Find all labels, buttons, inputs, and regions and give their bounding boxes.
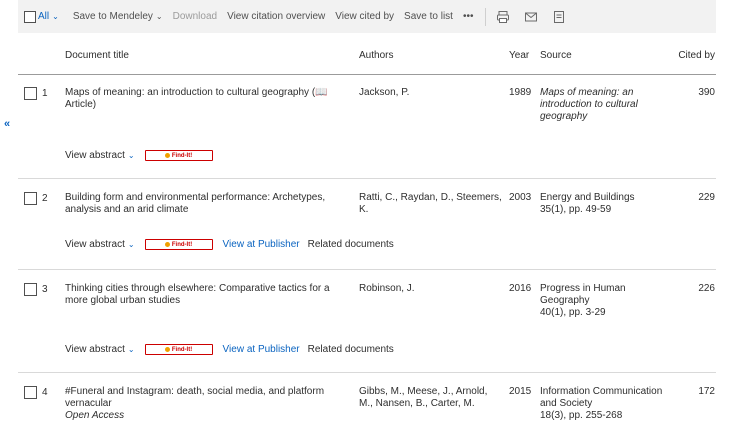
source-link[interactable]: Energy and Buildings [540,192,635,203]
row-divider [18,178,716,179]
save-to-list-button[interactable]: Save to list [404,11,453,22]
authors-link[interactable]: Ratti, C., Raydan, D., Steemers, K. [359,192,504,216]
year: 1989 [509,87,532,98]
select-all-dropdown[interactable]: All ⌄ [24,10,59,23]
row-number: 1 [42,88,48,99]
row-checkbox[interactable] [24,386,37,399]
row-checkbox[interactable] [24,87,37,100]
document-title-link[interactable]: Thinking cities through elsewhere: Compa… [65,283,345,307]
cited-by-count[interactable]: 172 [698,386,715,397]
row-divider [18,372,716,373]
source-info: Progress in Human Geography 40(1), pp. 3-… [540,283,675,319]
authors-link[interactable]: Gibbs, M., Meese, J., Arnold, M., Nansen… [359,386,504,410]
email-icon[interactable] [524,10,538,24]
row-divider [18,269,716,270]
cited-by-count[interactable]: 390 [698,87,715,98]
related-documents-link[interactable]: Related documents [308,344,394,355]
toolbar-divider [485,7,487,26]
chevron-down-icon: ⌄ [127,151,135,160]
find-it-button[interactable]: Find-It! [144,344,213,355]
save-to-mendeley-button[interactable]: Save to Mendeley ⌄ [73,11,163,22]
download-button[interactable]: Download [173,11,217,22]
source-link[interactable]: Progress in Human Geography [540,283,626,306]
select-all-checkbox[interactable] [24,10,36,23]
open-access-label: Open Access [65,410,125,421]
row-number: 4 [42,387,48,398]
view-abstract-toggle[interactable]: View abstract ⌄ [65,150,135,161]
source-info: Information Communication and Society 18(… [540,386,675,422]
view-abstract-toggle[interactable]: View abstract ⌄ [65,344,135,355]
document-title-link[interactable]: Maps of meaning: an introduction to cult… [65,87,345,111]
view-at-publisher-link[interactable]: View at Publisher [223,344,300,355]
results-toolbar: All ⌄ Save to Mendeley ⌄ Download View ci… [18,0,716,33]
row-actions: View abstract ⌄ Find-It! View at Publishe… [65,344,394,355]
chevron-down-icon: ⌄ [155,12,163,21]
collapse-sidebar-icon[interactable]: « [4,118,10,130]
select-all-label: All [38,11,50,22]
source-info: Energy and Buildings 35(1), pp. 49-59 [540,192,675,216]
column-header-source[interactable]: Source [540,50,572,61]
view-abstract-toggle[interactable]: View abstract ⌄ [65,239,135,250]
column-header-year[interactable]: Year [509,50,529,61]
year: 2015 [509,386,532,397]
view-cited-by-button[interactable]: View cited by [335,11,394,22]
authors-link[interactable]: Robinson, J. [359,283,504,295]
row-number: 3 [42,284,48,295]
document-title-link[interactable]: #Funeral and Instagram: death, social me… [65,386,324,409]
find-it-logo-icon [164,242,170,247]
source-detail: 35(1), pp. 49-59 [540,204,612,215]
related-documents-link[interactable]: Related documents [308,239,394,250]
find-it-logo-icon [164,153,170,158]
find-it-logo-icon [164,347,170,352]
chevron-down-icon: ⌄ [52,12,59,21]
find-it-button[interactable]: Find-It! [144,239,213,250]
find-it-button[interactable]: Find-It! [144,150,213,161]
row-actions: View abstract ⌄ Find-It! [65,150,213,161]
export-icon[interactable] [552,10,566,24]
source-link[interactable]: Information Communication and Society [540,386,662,409]
more-options-button[interactable]: ••• [463,11,474,22]
year: 2003 [509,192,532,203]
source-detail: 18(3), pp. 255-268 [540,410,623,421]
year: 2016 [509,283,532,294]
chevron-down-icon: ⌄ [127,345,135,354]
column-header-title[interactable]: Document title [65,50,129,61]
cited-by-count[interactable]: 229 [698,192,715,203]
source-detail: 40(1), pp. 3-29 [540,307,606,318]
view-citation-overview-button[interactable]: View citation overview [227,11,325,22]
row-number: 2 [42,193,48,204]
source-link[interactable]: Maps of meaning: an introduction to cult… [540,87,675,123]
cited-by-count[interactable]: 226 [698,283,715,294]
chevron-down-icon: ⌄ [127,240,135,249]
view-at-publisher-link[interactable]: View at Publisher [223,239,300,250]
authors-link[interactable]: Jackson, P. [359,87,504,99]
row-actions: View abstract ⌄ Find-It! View at Publishe… [65,239,394,250]
row-checkbox[interactable] [24,283,37,296]
document-title-block: #Funeral and Instagram: death, social me… [65,386,345,422]
column-header-cited-by[interactable]: Cited by [678,50,715,61]
column-header-authors[interactable]: Authors [359,50,393,61]
document-title-link[interactable]: Building form and environmental performa… [65,192,345,216]
print-icon[interactable] [496,10,510,24]
row-checkbox[interactable] [24,192,37,205]
header-divider [18,74,716,75]
